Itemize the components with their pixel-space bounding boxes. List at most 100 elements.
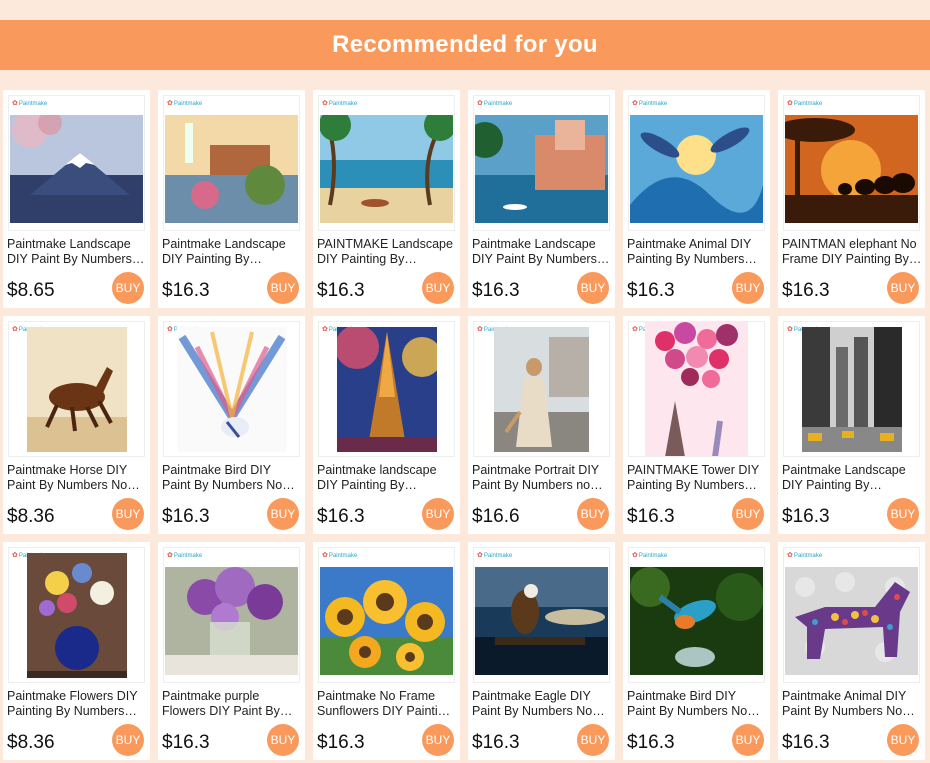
product-title[interactable]: Paintmake landscape DIY Painting By Numb… [317, 463, 457, 493]
product-image[interactable]: Paintmake [163, 321, 300, 457]
product-title[interactable]: Paintmake purple Flowers DIY Paint By Nu… [162, 689, 302, 719]
dolphins-painting [630, 115, 763, 228]
mosaic-dog-painting [785, 567, 918, 680]
product-card[interactable]: Paintmake Paintmake Animal DIY Paint By … [778, 542, 925, 760]
buy-button[interactable]: BUY [112, 498, 144, 530]
buy-button[interactable]: BUY [422, 498, 454, 530]
buy-button[interactable]: BUY [112, 272, 144, 304]
buy-button[interactable]: BUY [112, 724, 144, 756]
product-title[interactable]: PAINTMAKE Tower DIY Painting By Numbers … [627, 463, 767, 493]
product-price: $16.3 [627, 280, 675, 301]
brand-logo: Paintmake [322, 99, 357, 107]
brand-logo: Paintmake [787, 551, 822, 559]
product-card[interactable]: Paintmake Paintmake Eagle DIY Paint By N… [468, 542, 615, 760]
lighthouse-cottage-painting [165, 115, 298, 228]
product-title[interactable]: Paintmake Horse DIY Paint By Numbers No … [7, 463, 147, 493]
product-card[interactable]: Paintmake Paintmake Landscape DIY Paint … [3, 90, 150, 308]
product-image[interactable]: Paintmake [473, 547, 610, 683]
product-title[interactable]: Paintmake No Frame Sunflowers DIY Painti… [317, 689, 457, 719]
buy-button[interactable]: BUY [887, 272, 919, 304]
brand-logo: Paintmake [787, 99, 822, 107]
product-image[interactable]: Paintmake [473, 321, 610, 457]
section-title: Recommended for you [332, 31, 598, 58]
product-image[interactable]: Paintmake [163, 95, 300, 231]
product-card[interactable]: Paintmake PAINTMAKE Tower DIY Painting B… [623, 316, 770, 534]
product-price: $16.3 [317, 732, 365, 753]
product-card[interactable]: Paintmake Paintmake Portrait DIY Paint B… [468, 316, 615, 534]
product-image[interactable]: Paintmake [628, 547, 765, 683]
buy-button[interactable]: BUY [887, 498, 919, 530]
product-card[interactable]: Paintmake Paintmake purple Flowers DIY P… [158, 542, 305, 760]
product-card[interactable]: Paintmake Paintmake No Frame Sunflowers … [313, 542, 460, 760]
product-title[interactable]: Paintmake Animal DIY Paint By Numbers No… [782, 689, 922, 719]
product-image[interactable]: Paintmake [783, 547, 920, 683]
product-title[interactable]: Paintmake Eagle DIY Paint By Numbers No … [472, 689, 612, 719]
buy-button[interactable]: BUY [732, 498, 764, 530]
balloons-tower-painting [645, 322, 748, 456]
buy-button[interactable]: BUY [577, 498, 609, 530]
buy-button[interactable]: BUY [887, 724, 919, 756]
brand-logo: Paintmake [12, 99, 47, 107]
product-image[interactable]: Paintmake [8, 321, 145, 457]
product-image[interactable]: Paintmake [783, 321, 920, 457]
product-card[interactable]: Paintmake Paintmake landscape DIY Painti… [313, 316, 460, 534]
product-card[interactable]: Paintmake Paintmake Horse DIY Paint By N… [3, 316, 150, 534]
product-card[interactable]: Paintmake Paintmake Landscape DIY Painti… [778, 316, 925, 534]
product-image[interactable]: Paintmake [318, 95, 455, 231]
city-street-painting [802, 327, 902, 456]
buy-button[interactable]: BUY [732, 272, 764, 304]
product-title[interactable]: Paintmake Animal DIY Painting By Numbers… [627, 237, 767, 267]
section-header: Recommended for you [0, 20, 930, 70]
product-card[interactable]: Paintmake Paintmake Bird DIY Paint By Nu… [158, 316, 305, 534]
product-price: $16.6 [472, 506, 520, 527]
product-image[interactable]: Paintmake [628, 321, 765, 457]
buy-button[interactable]: BUY [577, 272, 609, 304]
buy-button[interactable]: BUY [577, 724, 609, 756]
kingfisher-painting [630, 567, 764, 680]
product-price: $8.36 [7, 732, 55, 753]
product-price: $16.3 [627, 732, 675, 753]
eagle-painting [475, 567, 608, 680]
buy-button[interactable]: BUY [422, 272, 454, 304]
product-title[interactable]: Paintmake Bird DIY Paint By Numbers No F… [162, 463, 302, 493]
brand-logo: Paintmake [632, 99, 667, 107]
product-image[interactable]: Paintmake [318, 547, 455, 683]
product-card[interactable]: Paintmake Paintmake Landscape DIY Paint … [468, 90, 615, 308]
product-image[interactable]: Paintmake [163, 547, 300, 683]
product-card[interactable]: Paintmake PAINTMAN elephant No Frame DIY… [778, 90, 925, 308]
product-price: $16.3 [162, 280, 210, 301]
product-price: $16.3 [162, 506, 210, 527]
product-title[interactable]: Paintmake Landscape DIY Paint By Numbers… [472, 237, 612, 267]
product-title[interactable]: Paintmake Bird DIY Paint By Numbers No F… [627, 689, 767, 719]
brand-logo: Paintmake [167, 551, 202, 559]
buy-button[interactable]: BUY [267, 272, 299, 304]
product-title[interactable]: Paintmake Portrait DIY Paint By Numbers … [472, 463, 612, 493]
buy-button[interactable]: BUY [422, 724, 454, 756]
product-image[interactable]: Paintmake [628, 95, 765, 231]
product-price: $16.3 [472, 280, 520, 301]
buy-button[interactable]: BUY [267, 724, 299, 756]
product-grid: Paintmake Paintmake Landscape DIY Paint … [0, 85, 930, 763]
buy-button[interactable]: BUY [267, 498, 299, 530]
product-image[interactable]: Paintmake [8, 95, 145, 231]
brand-logo: Paintmake [167, 99, 202, 107]
product-title[interactable]: Paintmake Landscape DIY Paint By Numbers… [7, 237, 147, 267]
product-card[interactable]: Paintmake Paintmake Animal DIY Painting … [623, 90, 770, 308]
product-price: $8.36 [7, 506, 55, 527]
colorful-bird-painting [177, 327, 287, 456]
product-title[interactable]: PAINTMAKE Landscape DIY Painting By Numb… [317, 237, 457, 267]
product-title[interactable]: Paintmake Flowers DIY Painting By Number… [7, 689, 147, 719]
product-image[interactable]: Paintmake [318, 321, 455, 457]
product-card[interactable]: Paintmake Paintmake Bird DIY Paint By Nu… [623, 542, 770, 760]
product-card[interactable]: Paintmake Paintmake Flowers DIY Painting… [3, 542, 150, 760]
product-card[interactable]: Paintmake PAINTMAKE Landscape DIY Painti… [313, 90, 460, 308]
product-title[interactable]: Paintmake Landscape DIY Painting By Numb… [162, 237, 302, 267]
product-image[interactable]: Paintmake [783, 95, 920, 231]
product-image[interactable]: Paintmake [473, 95, 610, 231]
product-image[interactable]: Paintmake [8, 547, 145, 683]
mount-fuji-painting [10, 111, 143, 228]
product-title[interactable]: Paintmake Landscape DIY Painting By Numb… [782, 463, 922, 493]
buy-button[interactable]: BUY [732, 724, 764, 756]
product-card[interactable]: Paintmake Paintmake Landscape DIY Painti… [158, 90, 305, 308]
product-title[interactable]: PAINTMAN elephant No Frame DIY Painting … [782, 237, 922, 267]
